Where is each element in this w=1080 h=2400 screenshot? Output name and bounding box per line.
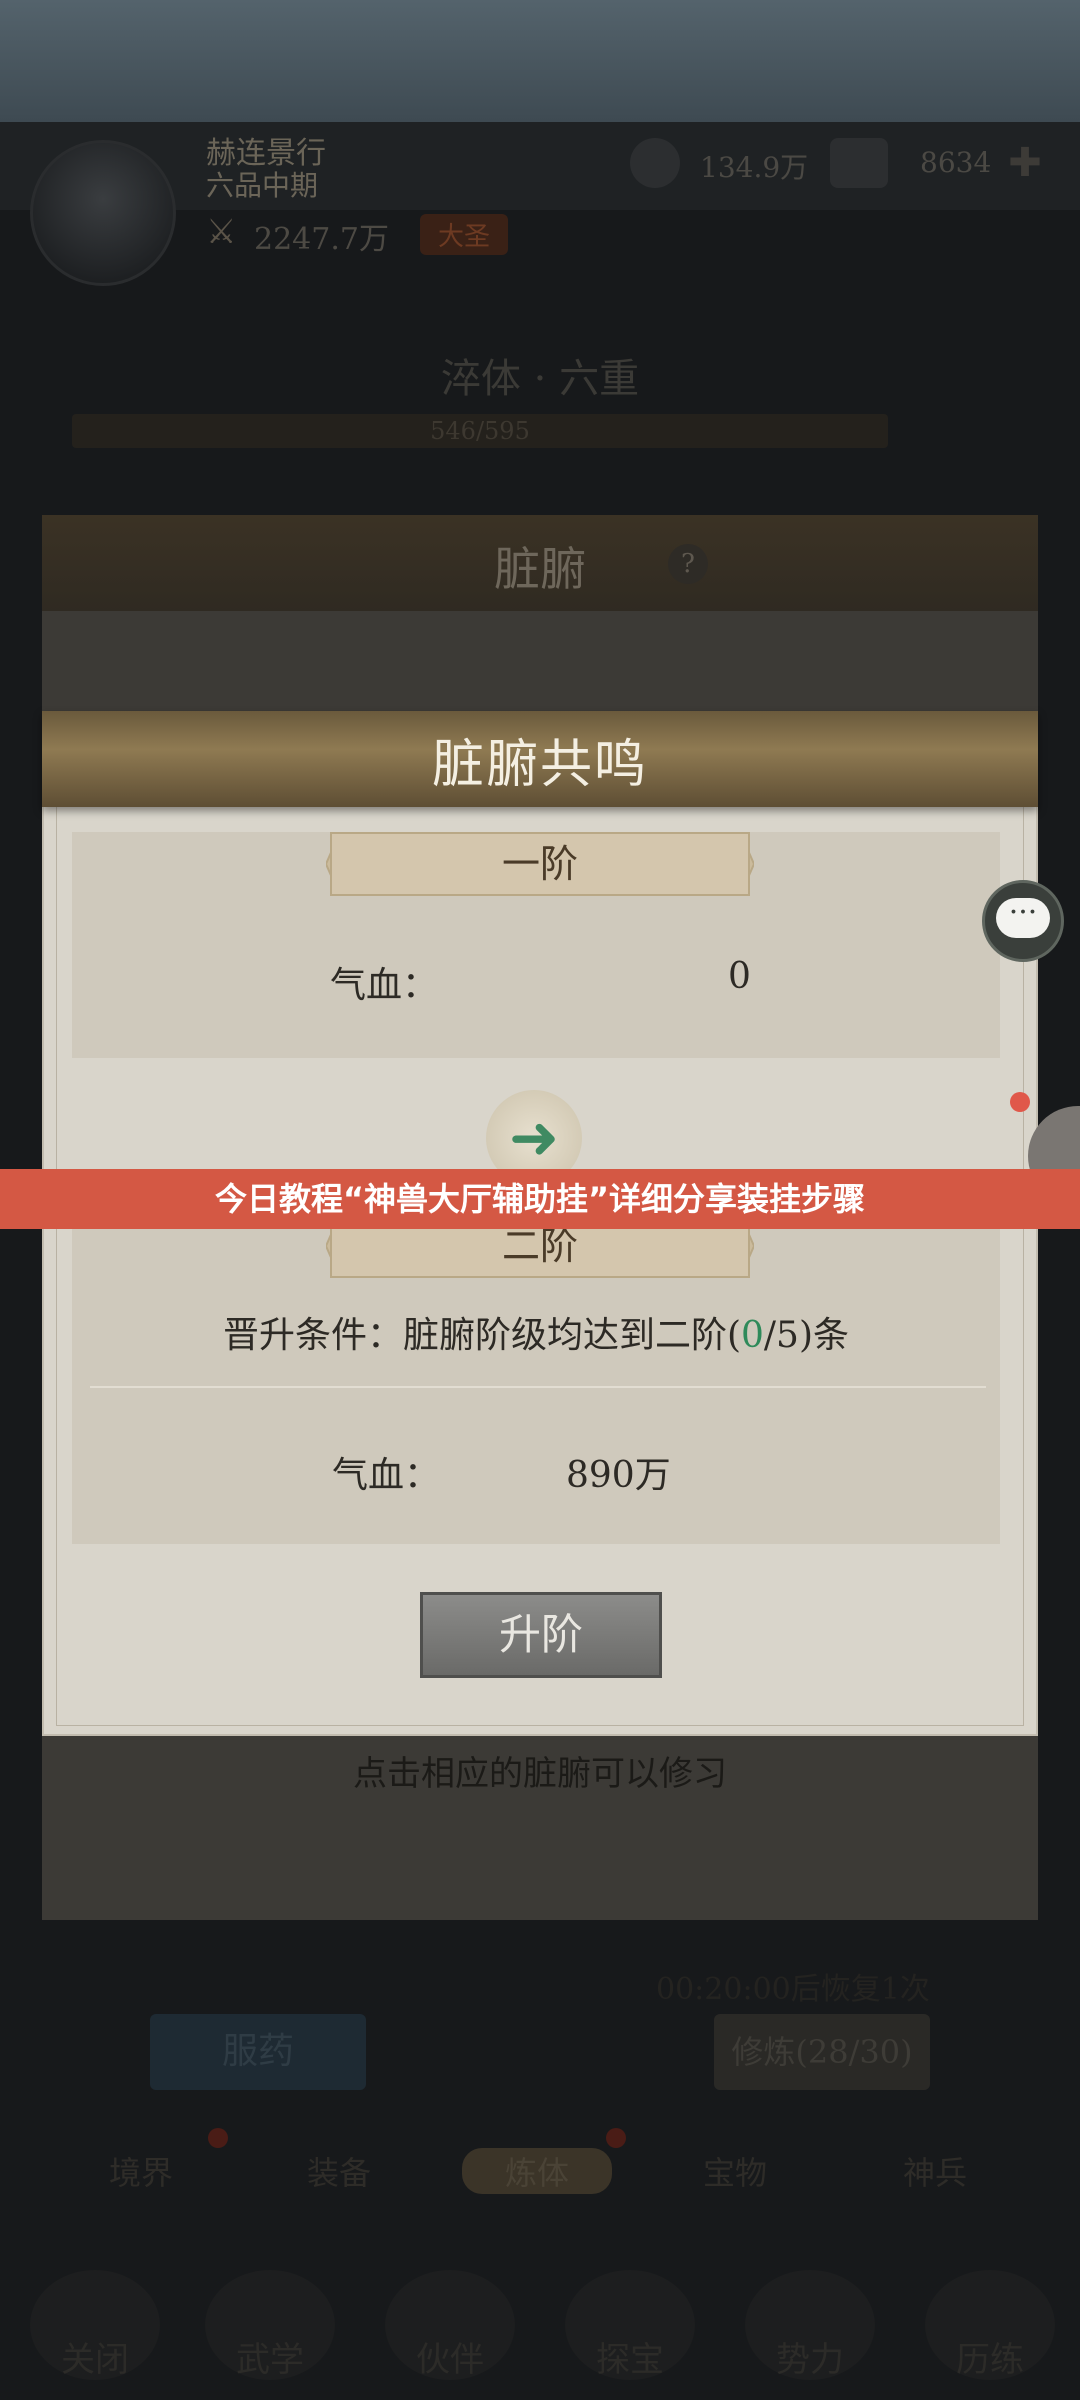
requirement-suffix: /5)条 bbox=[763, 1315, 850, 1356]
coin-value: 134.9万 bbox=[700, 151, 809, 184]
add-icon[interactable]: ✚ bbox=[1000, 138, 1050, 188]
help-icon[interactable]: ? bbox=[668, 544, 708, 584]
requirement-prefix: 晋升条件：脏腑阶级均达到二阶( bbox=[222, 1315, 742, 1356]
tier1-stat-label: 气血： bbox=[330, 965, 439, 1006]
top-scenery bbox=[0, 0, 1080, 122]
nav-close[interactable]: 关闭 bbox=[15, 2332, 175, 2381]
ingot-value: 8634 bbox=[920, 146, 992, 179]
realm-title: 淬体 · 六重 bbox=[440, 356, 640, 402]
notification-dot bbox=[606, 2128, 626, 2148]
power-value: 2247.7万 bbox=[254, 222, 389, 257]
promotion-requirement: 晋升条件：脏腑阶级均达到二阶(0/5)条 bbox=[72, 1306, 1000, 1358]
recover-timer: 00:20:00后恢复1次 bbox=[656, 1972, 930, 2007]
nav-adventure[interactable]: 历练 bbox=[910, 2332, 1070, 2381]
nav-treasure-hunt[interactable]: 探宝 bbox=[550, 2332, 710, 2381]
tier1-stat-value: 0 bbox=[728, 956, 751, 997]
upgrade-button[interactable]: 升阶 bbox=[420, 1592, 662, 1678]
subtab-realm[interactable]: 境界 bbox=[66, 2148, 216, 2194]
requirement-current: 0 bbox=[741, 1315, 764, 1356]
nav-partner[interactable]: 伙伴 bbox=[370, 2332, 530, 2381]
overlay-title-banner: 今日教程“神兽大厅辅助挂”详细分享装挂步骤 bbox=[0, 1169, 1080, 1229]
nav-martial-arts[interactable]: 武学 bbox=[190, 2332, 350, 2381]
train-button[interactable]: 修炼(28/30) bbox=[714, 2014, 930, 2090]
medicine-button[interactable]: 服药 bbox=[150, 2014, 366, 2090]
tier2-stat-label: 气血： bbox=[332, 1455, 441, 1496]
ingot-icon bbox=[830, 138, 888, 188]
avatar[interactable] bbox=[30, 140, 176, 286]
organ-panel-title: 脏腑 bbox=[494, 542, 586, 596]
crossed-swords-icon: ⚔ bbox=[206, 212, 237, 252]
subtab-divine-weapon[interactable]: 神兵 bbox=[860, 2148, 1010, 2194]
subtab-body-training[interactable]: 炼体 bbox=[462, 2148, 612, 2194]
title-badge: 大圣 bbox=[420, 214, 509, 255]
tier1-label: 一阶 bbox=[330, 832, 750, 896]
coin-icon bbox=[630, 138, 680, 188]
player-rank: 六品中期 bbox=[206, 169, 319, 202]
exp-text: 546/595 bbox=[430, 417, 530, 445]
subtab-equipment[interactable]: 装备 bbox=[264, 2148, 414, 2194]
notification-dot bbox=[208, 2128, 228, 2148]
tier2-stat-value: 890万 bbox=[566, 1455, 671, 1496]
chat-bubble-icon[interactable]: ··· bbox=[996, 898, 1050, 938]
notification-dot bbox=[1010, 1092, 1030, 1112]
divider bbox=[90, 1386, 986, 1388]
subtab-treasure[interactable]: 宝物 bbox=[660, 2148, 810, 2194]
nav-faction[interactable]: 势力 bbox=[730, 2332, 890, 2381]
modal-title: 脏腑共鸣 bbox=[431, 735, 648, 795]
organ-hint: 点击相应的脏腑可以修习 bbox=[353, 1754, 727, 1794]
